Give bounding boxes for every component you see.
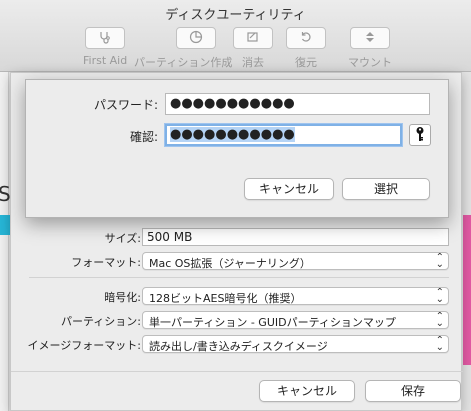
- partition-scheme-popup[interactable]: 単一パーティション - GUIDパーティションマップ ⌃ ⌄: [142, 311, 449, 329]
- format-value: Mac OS拡張（ジャーナリング）: [149, 257, 311, 270]
- separator: [29, 277, 449, 278]
- dialog-cancel-button[interactable]: キャンセル: [244, 178, 334, 200]
- save-button[interactable]: 保存: [365, 380, 461, 402]
- erase-icon: [246, 30, 260, 47]
- popup-arrows-icon: ⌃ ⌄: [435, 252, 444, 270]
- restore-label: 復元: [295, 56, 317, 69]
- erase-label: 消去: [242, 56, 264, 69]
- password-field[interactable]: ●●●●●●●●●●●: [165, 93, 430, 115]
- encryption-value: 128ビットAES暗号化（推奨）: [149, 292, 302, 305]
- cancel-button[interactable]: キャンセル: [259, 380, 355, 402]
- popup-arrows-icon: ⌃ ⌄: [435, 311, 444, 329]
- image-format-label: イメージフォーマット:: [27, 339, 142, 352]
- pie-chart-icon: [189, 30, 203, 47]
- partition-scheme-value: 単一パーティション - GUIDパーティションマップ: [149, 316, 396, 329]
- window-title: ディスクユーティリティ: [165, 8, 306, 23]
- stethoscope-icon: [98, 30, 112, 47]
- format-label: フォーマット:: [71, 256, 141, 269]
- partition-scheme-label: パーティション:: [60, 315, 141, 328]
- separator: [11, 371, 463, 372]
- popup-arrows-icon: ⌃ ⌄: [435, 335, 444, 353]
- background-usage-bar: [463, 215, 471, 365]
- mount-icon: [363, 30, 377, 47]
- password-assistant-button[interactable]: [409, 124, 431, 146]
- format-popup[interactable]: Mac OS拡張（ジャーナリング） ⌃ ⌄: [142, 252, 449, 270]
- erase-button[interactable]: 消去: [233, 27, 273, 70]
- popup-arrows-icon: ⌃ ⌄: [435, 287, 444, 305]
- background-window-edge: S デ: [0, 72, 11, 411]
- size-label: サイズ:: [104, 232, 141, 245]
- first-aid-button[interactable]: First Aid: [83, 27, 127, 67]
- restore-button[interactable]: 復元: [286, 27, 326, 70]
- partition-label: パーティション作成: [134, 56, 233, 69]
- title-bar: ディスクユーティリティ First Aid パーティション作成 消去 復元 マウ…: [0, 0, 471, 72]
- verify-label: 確認:: [129, 130, 158, 144]
- key-icon: [414, 126, 426, 145]
- mount-button[interactable]: マウント: [348, 27, 392, 70]
- password-label: パスワード:: [93, 98, 158, 112]
- verify-value: ●●●●●●●●●●●: [170, 127, 295, 142]
- choose-button[interactable]: 選択: [342, 178, 430, 200]
- password-dialog: パスワード: ●●●●●●●●●●● 確認: ●●●●●●●●●●● キャンセル…: [25, 79, 449, 218]
- verify-field[interactable]: ●●●●●●●●●●●: [165, 124, 402, 146]
- image-format-popup[interactable]: 読み出し/書き込みディスクイメージ ⌃ ⌄: [142, 335, 449, 353]
- first-aid-label: First Aid: [83, 54, 128, 67]
- image-format-value: 読み出し/書き込みディスクイメージ: [149, 340, 328, 353]
- restore-icon: [299, 30, 313, 47]
- background-usage-bar: [0, 215, 10, 235]
- size-field[interactable]: 500 MB: [142, 228, 449, 246]
- encryption-label: 暗号化:: [104, 291, 141, 304]
- encryption-popup[interactable]: 128ビットAES暗号化（推奨） ⌃ ⌄: [142, 287, 449, 305]
- mount-label: マウント: [348, 56, 392, 69]
- partition-button[interactable]: パーティション作成: [134, 27, 232, 70]
